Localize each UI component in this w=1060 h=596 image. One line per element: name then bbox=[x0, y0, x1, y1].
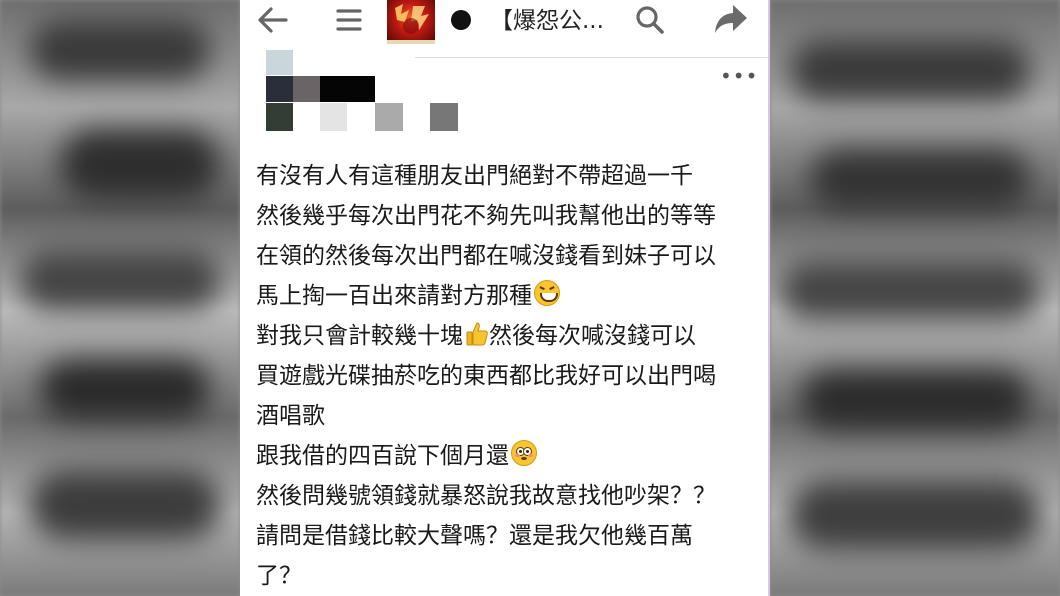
share-icon[interactable] bbox=[713, 2, 749, 36]
post-line-with-emoji: 對我只會計較幾十塊 然後每次喊沒錢可以 bbox=[256, 316, 766, 356]
thumbs-up-emoji-icon bbox=[466, 322, 488, 346]
post-line-text: 對我只會計較幾十塊 bbox=[256, 323, 463, 349]
post-line: 然後幾乎每次出門花不夠先叫我幫他出的等等 bbox=[256, 203, 716, 229]
avatar-logo-icon bbox=[395, 4, 429, 34]
post-line-text: 然後每次喊沒錢可以 bbox=[489, 323, 696, 349]
more-options-icon[interactable]: ••• bbox=[720, 64, 758, 88]
post-line: 酒唱歌 bbox=[256, 403, 325, 429]
post-line: 然後問幾號領錢就暴怒說我故意找他吵架？？ bbox=[256, 483, 716, 509]
header-divider bbox=[415, 57, 768, 58]
post-body: 有沒有人有這種朋友出門絕對不帶超過一千 然後幾乎每次出門花不夠先叫我幫他出的等等… bbox=[256, 156, 766, 596]
post-line-text: 跟我借的四百說下個月還 bbox=[256, 443, 509, 469]
hamburger-menu-icon[interactable] bbox=[336, 6, 362, 34]
post-line-text: 馬上掏一百出來請對方那種 bbox=[256, 283, 532, 309]
blurred-background-left bbox=[0, 0, 240, 596]
status-dot bbox=[451, 10, 471, 30]
post-line: 在領的然後每次出門都在喊沒錢看到妹子可以 bbox=[256, 243, 716, 269]
post-line-with-emoji: 跟我借的四百說下個月還 bbox=[256, 436, 766, 476]
post-line: 有沒有人有這種朋友出門絕對不帶超過一千 bbox=[256, 163, 693, 189]
top-app-bar: 【爆怨公... bbox=[240, 0, 768, 44]
laughing-emoji-icon bbox=[534, 280, 560, 306]
group-avatar[interactable] bbox=[387, 0, 435, 44]
post-line-with-emoji: 馬上掏一百出來請對方那種 bbox=[256, 276, 766, 316]
page-title[interactable]: 【爆怨公... bbox=[490, 6, 604, 36]
blurred-background-right bbox=[770, 0, 1060, 596]
post-line: 買遊戲光碟抽菸吃的東西都比我好可以出門喝 bbox=[256, 363, 716, 389]
post-line: 請問是借錢比較大聲嗎？還是我欠他幾百萬 bbox=[256, 523, 693, 549]
phone-screen: 【爆怨公... ••• 有沒有人有這種朋友出門絕對不帶超過一千 然後幾乎每次出門… bbox=[240, 0, 770, 596]
flushed-emoji-icon bbox=[511, 440, 537, 466]
search-icon[interactable] bbox=[634, 4, 666, 36]
post-line: 了？ bbox=[256, 563, 302, 589]
back-arrow-icon[interactable] bbox=[256, 5, 290, 35]
